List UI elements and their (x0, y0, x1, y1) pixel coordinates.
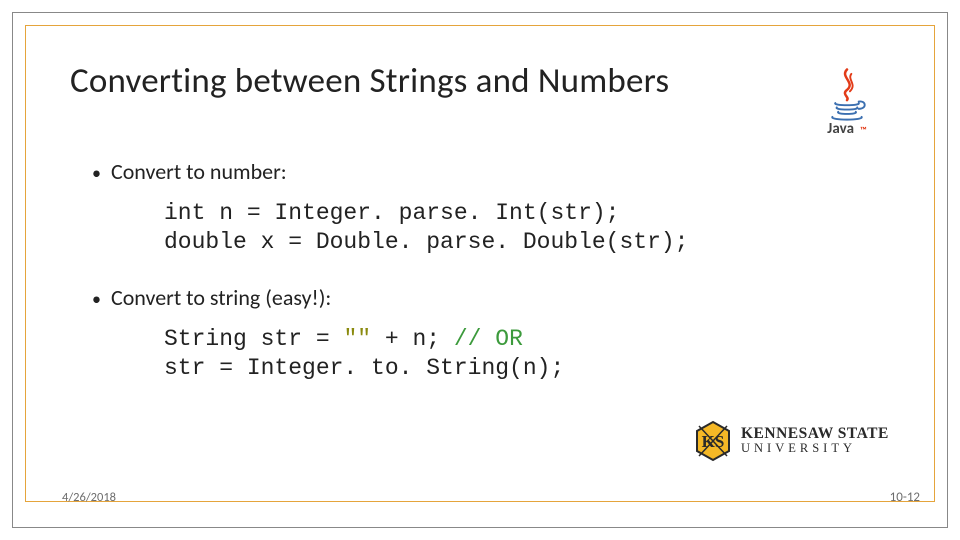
code-comment: // OR (454, 326, 523, 352)
code-line: str = Integer. to. String(n); (164, 355, 564, 381)
ksu-name: KENNESAW STATE (741, 427, 889, 442)
ksu-mark-icon: KS (693, 419, 733, 463)
footer-date: 4/26/2018 (62, 490, 116, 505)
code-block-2: String str = "" + n; // OR str = Integer… (164, 325, 890, 384)
footer-page-number: 10-12 (890, 490, 920, 505)
java-logo: Java ™ (809, 68, 885, 146)
code-block-1: int n = Integer. parse. Int(str); double… (164, 199, 890, 258)
ksu-university: UNIVERSITY (741, 443, 889, 455)
code-line: int n = Integer. parse. Int(str); (164, 200, 619, 226)
code-line: double x = Double. parse. Double(str); (164, 229, 689, 255)
java-wordmark: Java (827, 120, 854, 138)
ksu-logo: KS KENNESAW STATE UNIVERSITY (693, 414, 908, 468)
java-cup-icon (825, 68, 869, 122)
trademark-icon: ™ (860, 125, 867, 136)
code-line: String str = "" + n; // OR (164, 326, 523, 352)
slide-title: Converting between Strings and Numbers (70, 60, 890, 102)
string-literal: "" (343, 326, 371, 352)
slide: Converting between Strings and Numbers J… (0, 0, 960, 540)
bullet-convert-to-string: Convert to string (easy!): (92, 284, 890, 311)
java-logo-text: Java ™ (827, 120, 866, 138)
bullet-convert-to-number: Convert to number: (92, 158, 890, 185)
ksu-text: KENNESAW STATE UNIVERSITY (741, 427, 889, 456)
